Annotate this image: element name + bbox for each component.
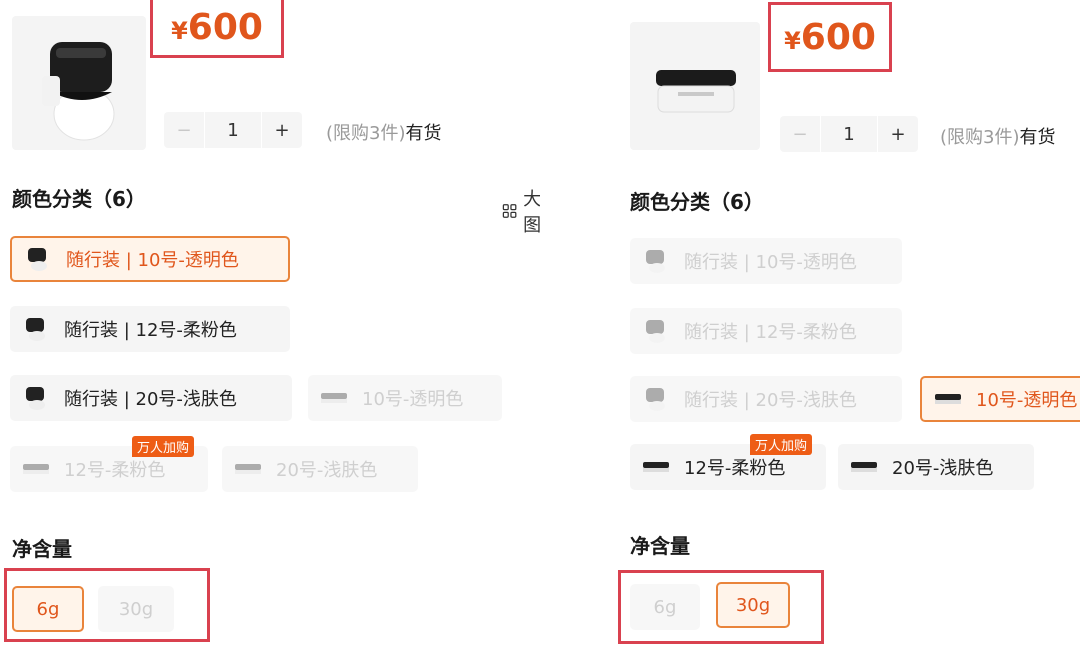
price: ¥600	[171, 6, 263, 48]
color-option-1[interactable]: 随行装 | 10号-透明色	[630, 238, 902, 284]
stock-info: (限购3件)有货	[326, 119, 442, 145]
powder-jar-mini-icon	[22, 455, 50, 483]
powder-jar-mini-icon	[934, 385, 962, 413]
stock-status: 有货	[1019, 127, 1056, 148]
color-option-label: 随行装 | 20号-浅肤色	[64, 389, 237, 410]
cushion-mini-icon	[24, 245, 52, 273]
color-option-label: 随行装 | 20号-浅肤色	[684, 390, 857, 411]
price-highlight-box: ¥600	[768, 2, 892, 72]
grid-icon	[502, 204, 517, 218]
left-product-panel: ¥600 − 1 + (限购3件)有货 颜色分类（6） 大图 随行装 | 10号…	[0, 0, 540, 646]
cushion-compact-icon	[42, 42, 115, 141]
color-option-label: 随行装 | 10号-透明色	[66, 250, 239, 271]
color-option-label: 12号-柔粉色	[64, 460, 166, 481]
powder-jar-mini-icon	[642, 453, 670, 481]
color-option-label: 20号-浅肤色	[892, 458, 994, 479]
color-option-label: 10号-透明色	[362, 389, 464, 410]
purchase-limit-text: (限购3件)	[940, 127, 1020, 148]
size-option-6g[interactable]: 6g	[12, 586, 84, 632]
popular-badge: 万人加购	[750, 434, 813, 455]
big-view-label: 大图	[523, 189, 540, 236]
price-highlight-box: ¥600	[150, 0, 284, 58]
color-option-1[interactable]: 随行装 | 10号-透明色	[10, 236, 290, 282]
powder-jar-mini-icon	[850, 453, 878, 481]
color-option-2[interactable]: 随行装 | 12号-柔粉色	[10, 306, 290, 352]
quantity-value[interactable]: 1	[205, 112, 261, 148]
cushion-mini-icon	[22, 315, 50, 343]
right-product-panel: ¥600 − 1 + (限购3件)有货 颜色分类（6） 随行装 | 10号-透明…	[540, 0, 1080, 646]
quantity-stepper[interactable]: − 1 +	[164, 112, 302, 148]
decrease-button[interactable]: −	[780, 116, 821, 152]
cushion-mini-icon	[642, 247, 670, 275]
increase-button[interactable]: +	[877, 116, 918, 152]
color-option-4[interactable]: 10号-透明色	[920, 376, 1080, 422]
decrease-button[interactable]: −	[164, 112, 205, 148]
color-option-2[interactable]: 随行装 | 12号-柔粉色	[630, 308, 902, 354]
powder-jar-icon	[656, 70, 736, 113]
stock-info: (限购3件)有货	[940, 123, 1056, 149]
net-content-title: 净含量	[630, 534, 690, 558]
price: ¥600	[784, 16, 876, 58]
color-option-label: 随行装 | 10号-透明色	[684, 252, 857, 273]
color-option-label: 随行装 | 12号-柔粉色	[684, 322, 857, 343]
product-thumbnail-cushion[interactable]	[12, 16, 146, 150]
color-option-3[interactable]: 随行装 | 20号-浅肤色	[10, 375, 292, 421]
color-option-label: 12号-柔粉色	[684, 458, 786, 479]
powder-jar-mini-icon	[234, 455, 262, 483]
stock-status: 有货	[405, 123, 442, 144]
cushion-mini-icon	[22, 384, 50, 412]
net-content-title: 净含量	[12, 537, 72, 561]
purchase-limit-text: (限购3件)	[326, 123, 406, 144]
quantity-value[interactable]: 1	[821, 116, 877, 152]
color-option-label: 20号-浅肤色	[276, 460, 378, 481]
cushion-mini-icon	[642, 385, 670, 413]
big-view-toggle[interactable]: 大图	[502, 185, 540, 237]
powder-jar-mini-icon	[320, 384, 348, 412]
color-section-title: 颜色分类（6）	[12, 187, 146, 211]
popular-badge: 万人加购	[132, 436, 195, 457]
product-thumbnail-powder[interactable]	[630, 22, 760, 150]
color-option-6[interactable]: 20号-浅肤色	[838, 444, 1034, 490]
color-option-4[interactable]: 10号-透明色	[308, 375, 502, 421]
color-option-label: 10号-透明色	[976, 390, 1078, 411]
size-option-6g[interactable]: 6g	[630, 584, 700, 630]
cushion-mini-icon	[642, 317, 670, 345]
color-option-6[interactable]: 20号-浅肤色	[222, 446, 418, 492]
increase-button[interactable]: +	[261, 112, 302, 148]
color-option-label: 随行装 | 12号-柔粉色	[64, 320, 237, 341]
size-option-30g[interactable]: 30g	[98, 586, 174, 632]
size-option-30g[interactable]: 30g	[716, 582, 790, 628]
color-option-3[interactable]: 随行装 | 20号-浅肤色	[630, 376, 902, 422]
quantity-stepper[interactable]: − 1 +	[780, 116, 918, 152]
color-section-title: 颜色分类（6）	[630, 190, 764, 214]
